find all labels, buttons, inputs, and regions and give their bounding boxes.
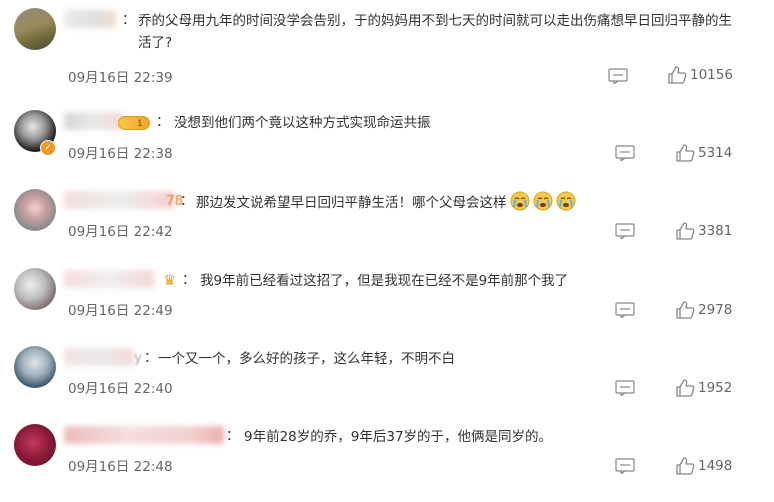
- comment-time: 09月16日 22:42: [68, 224, 173, 240]
- avatar[interactable]: [14, 268, 56, 310]
- crying-face-icon: [556, 191, 575, 211]
- like-count: 3381: [698, 223, 733, 239]
- crown-icon: ♛: [163, 271, 177, 289]
- comment-text: 9年前28岁的乔，9年后37岁的于，他俩是同岁的。: [244, 429, 553, 445]
- crying-face-icon: [510, 191, 529, 211]
- username-blurred[interactable]: [64, 426, 224, 444]
- avatar[interactable]: [14, 424, 56, 466]
- avatar[interactable]: [14, 346, 56, 388]
- verified-badge-icon: ✓: [40, 140, 56, 156]
- comment-item: y ： 一个又一个，多么好的孩子，这么年轻，不明不白 09月16日 22:40 …: [0, 346, 774, 424]
- thumbs-up-icon[interactable]: [675, 300, 695, 320]
- username-blurred[interactable]: [64, 191, 174, 209]
- comment-time: 09月16日 22:39: [68, 70, 173, 86]
- avatar[interactable]: [14, 189, 56, 231]
- reply-icon[interactable]: [608, 68, 628, 84]
- level-number: 1: [137, 119, 143, 129]
- comment-time: 09月16日 22:48: [68, 459, 173, 475]
- username-blurred[interactable]: [64, 270, 154, 288]
- comment-text: 没想到他们两个竟以这种方式实现命运共振: [174, 115, 431, 131]
- comment-item: ： 9年前28岁的乔，9年后37岁的于，他俩是同岁的。 09月16日 22:48…: [0, 424, 774, 502]
- comment-item: ： 乔的父母用九年的时间没学会告别，于的妈妈用不到七天的时间就可以走出伤痛想早日…: [0, 8, 774, 86]
- comment-item: 78 ： 那边发文说希望早日回归平静生活！哪个父母会这样 09月16日 22:4…: [0, 189, 774, 267]
- comment-time: 09月16日 22:38: [68, 146, 173, 162]
- comment-item: ♛ ： 我9年前已经看过这招了，但是我现在已经不是9年前那个我了 09月16日 …: [0, 268, 774, 346]
- avatar[interactable]: [14, 8, 56, 50]
- username-separator: ：: [226, 428, 240, 444]
- username-blurred[interactable]: [64, 112, 122, 130]
- thumbs-up-icon[interactable]: [675, 143, 695, 163]
- level-badge-icon: 1: [118, 116, 150, 130]
- username-separator: ：: [156, 114, 170, 130]
- username-blurred[interactable]: [64, 10, 116, 28]
- like-count: 2978: [698, 302, 733, 318]
- like-count: 1498: [698, 458, 733, 474]
- thumbs-up-icon[interactable]: [675, 221, 695, 241]
- comment-text: 那边发文说希望早日回归平静生活！哪个父母会这样: [196, 191, 716, 214]
- thumbs-up-icon[interactable]: [675, 456, 695, 476]
- like-count: 5314: [698, 145, 733, 161]
- comment-text-body: 那边发文说希望早日回归平静生活！哪个父母会这样: [196, 195, 507, 211]
- comment-text: 乔的父母用九年的时间没学会告别，于的妈妈用不到七天的时间就可以走出伤痛想早日回归…: [138, 13, 732, 51]
- comment-text: 我9年前已经看过这招了，但是我现在已经不是9年前那个我了: [200, 273, 569, 289]
- reply-icon[interactable]: [615, 223, 635, 239]
- comment-time: 09月16日 22:49: [68, 303, 173, 319]
- reply-icon[interactable]: [615, 302, 635, 318]
- comment-time: 09月16日 22:40: [68, 381, 173, 397]
- like-count: 10156: [690, 67, 733, 83]
- thumbs-up-icon[interactable]: [675, 378, 695, 398]
- like-count: 1952: [698, 380, 733, 396]
- username-separator: ：: [180, 193, 194, 209]
- username-separator: ：: [144, 350, 158, 366]
- comment-text: 一个又一个，多么好的孩子，这么年轻，不明不白: [158, 351, 455, 367]
- comment-item: ✓ 1 ： 没想到他们两个竟以这种方式实现命运共振 09月16日 22:38 5…: [0, 110, 774, 188]
- username-blurred[interactable]: [64, 348, 134, 366]
- username-separator: ：: [182, 272, 196, 288]
- username-separator: ：: [122, 12, 136, 28]
- thumbs-up-icon[interactable]: [667, 65, 687, 85]
- username-tail[interactable]: y: [134, 350, 142, 366]
- crying-face-icon: [533, 191, 552, 211]
- reply-icon[interactable]: [615, 380, 635, 396]
- reply-icon[interactable]: [615, 458, 635, 474]
- reply-icon[interactable]: [615, 145, 635, 161]
